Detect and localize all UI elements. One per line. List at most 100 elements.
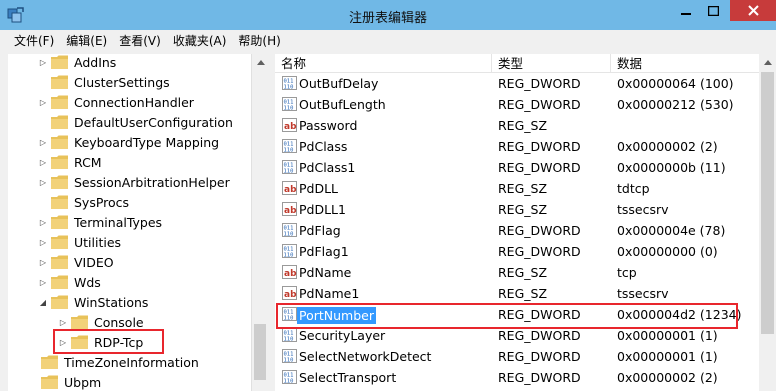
scroll-up-arrow-icon[interactable] [252, 54, 269, 71]
expand-arrow-icon[interactable]: ▷ [38, 54, 48, 72]
menu-help[interactable]: 帮助(H) [238, 32, 280, 49]
list-row[interactable]: 011 110 PdClass1 REG_DWORD 0x0000000b (11) [275, 157, 759, 178]
tree-item-label: SessionArbitrationHelper [74, 174, 230, 190]
svg-text:ab: ab [284, 290, 297, 300]
tree-item[interactable]: ▷ KeyboardType Mapping [38, 132, 219, 152]
list-row[interactable]: 011 110 SecurityLayer REG_DWORD 0x00000001 (… [275, 325, 759, 346]
close-button[interactable] [730, 0, 776, 21]
tree-item[interactable]: ▷ Console [58, 312, 144, 332]
menu-favorites[interactable]: 收藏夹(A) [173, 32, 227, 49]
tree-item-label: Console [94, 314, 144, 330]
expand-arrow-icon[interactable]: ▷ [38, 232, 48, 252]
menu-edit[interactable]: 编辑(E) [66, 32, 107, 49]
dword-icon: 011110 [282, 328, 297, 342]
folder-icon [41, 375, 58, 389]
value-name: SelectNetworkDetect [299, 349, 432, 364]
expand-arrow-icon [38, 112, 48, 132]
title-bar: 注册表编辑器 [0, 0, 776, 30]
list-row[interactable]: ab PdDLL1 REG_SZ tssecsrv [275, 199, 759, 220]
expand-arrow-icon[interactable]: ▷ [58, 312, 68, 332]
expand-arrow-icon[interactable]: ▷ [38, 152, 48, 172]
list-row[interactable]: 011 110 PdClass REG_DWORD 0x00000002 (2) [275, 136, 759, 157]
value-name: PdClass1 [299, 160, 356, 175]
value-data: tcp [617, 265, 637, 280]
values-list[interactable]: 名称 类型 数据 011 110 OutBufDelay REG_DWORD 0x000… [275, 54, 759, 391]
column-header-type[interactable]: 类型 [492, 54, 611, 73]
tree-scroll-thumb[interactable] [254, 324, 266, 380]
tree-item[interactable]: SysProcs [38, 192, 129, 212]
list-row[interactable]: 011 110 PdFlag1 REG_DWORD 0x00000000 (0) [275, 241, 759, 262]
tree-scrollbar[interactable] [251, 54, 268, 391]
list-scroll-thumb[interactable] [761, 72, 774, 334]
window-title: 注册表编辑器 [348, 11, 427, 26]
tree-item[interactable]: ▷ RCM [38, 152, 102, 172]
list-row[interactable]: 011 110 SelectTransport REG_DWORD 0x00000002… [275, 367, 759, 388]
tree-item[interactable]: TimeZoneInformation [28, 352, 199, 372]
tree-item-label: KeyboardType Mapping [74, 134, 220, 150]
tree-item-label: VIDEO [74, 254, 114, 270]
tree-item[interactable]: ▷ AddIns [38, 54, 116, 72]
list-row[interactable]: 011 110 SelectNetworkDetect REG_DWORD 0x0000… [275, 346, 759, 367]
list-row[interactable]: ab PdName REG_SZ tcp [275, 262, 759, 283]
value-data: 0x00000001 (1) [617, 349, 718, 364]
list-row[interactable]: 011 110 OutBufLength REG_DWORD 0x00000212 (5… [275, 94, 759, 115]
value-type: REG_DWORD [498, 349, 581, 364]
dword-icon: 011110 [282, 370, 297, 384]
tree-item[interactable]: Ubpm [28, 372, 101, 391]
value-type: REG_SZ [498, 202, 548, 217]
list-row[interactable]: 011 110 PdFlag REG_DWORD 0x0000004e (78) [275, 220, 759, 241]
value-type: REG_DWORD [498, 307, 581, 322]
tree-item-label: Wds [74, 274, 101, 290]
folder-icon [41, 355, 58, 369]
svg-text:ab: ab [284, 185, 297, 195]
column-header-data[interactable]: 数据 [611, 54, 759, 73]
minimize-button[interactable] [672, 0, 699, 21]
expand-arrow-icon[interactable]: ▷ [38, 272, 48, 292]
collapse-arrow-icon[interactable]: ◢ [38, 292, 48, 312]
tree-item[interactable]: ClusterSettings [38, 72, 170, 92]
tree-item[interactable]: ▷ Wds [38, 272, 101, 292]
expand-arrow-icon[interactable]: ▷ [38, 132, 48, 152]
dword-icon: 011110 [282, 349, 297, 363]
list-row[interactable]: ab PdDLL REG_SZ tdtcp [275, 178, 759, 199]
expand-arrow-icon[interactable]: ▷ [38, 172, 48, 192]
expand-arrow-icon[interactable]: ▷ [38, 212, 48, 232]
value-type: REG_SZ [498, 265, 548, 280]
value-data: 0x0000000b (11) [617, 160, 726, 175]
tree-item[interactable]: DefaultUserConfiguration [38, 112, 233, 132]
scroll-up-arrow-icon[interactable] [759, 54, 776, 71]
tree-item[interactable]: ▷ SessionArbitrationHelper [38, 172, 230, 192]
value-data: 0x000004d2 (1234) [617, 307, 742, 322]
tree-item[interactable]: ◢ WinStations [38, 292, 149, 312]
tree-item[interactable]: ▷ ConnectionHandler [38, 92, 194, 112]
menu-bar: 文件(F) 编辑(E) 查看(V) 收藏夹(A) 帮助(H) [0, 30, 776, 51]
list-row[interactable]: ab Password REG_SZ [275, 115, 759, 136]
value-data: tssecsrv [617, 286, 669, 301]
list-row[interactable]: ab PdName1 REG_SZ tssecsrv [275, 283, 759, 304]
value-type: REG_DWORD [498, 76, 581, 91]
expand-arrow-icon[interactable]: ▷ [38, 252, 48, 272]
list-row[interactable]: 011 110 PortNumber REG_DWORD 0x000004d2 (123… [275, 304, 759, 325]
tree-item[interactable]: ▷ TerminalTypes [38, 212, 162, 232]
tree-item[interactable]: ▷ RDP-Tcp [58, 332, 143, 352]
menu-view[interactable]: 查看(V) [119, 32, 161, 49]
value-name: Password [299, 118, 358, 133]
tree-item[interactable]: ▷ VIDEO [38, 252, 114, 272]
svg-text:110: 110 [284, 316, 294, 322]
expand-arrow-icon[interactable]: ▷ [58, 332, 68, 352]
menu-file[interactable]: 文件(F) [14, 32, 54, 49]
column-header-name[interactable]: 名称 [275, 54, 492, 73]
list-row[interactable]: 011 110 OutBufDelay REG_DWORD 0x00000064 (10… [275, 73, 759, 94]
list-scrollbar[interactable] [759, 54, 776, 391]
tree-item[interactable]: ▷ Utilities [38, 232, 121, 252]
svg-text:110: 110 [284, 85, 294, 91]
expand-arrow-icon[interactable]: ▷ [38, 92, 48, 112]
string-icon: ab [282, 265, 297, 279]
value-name: SelectTransport [299, 370, 397, 385]
pane-splitter[interactable] [268, 54, 275, 391]
value-name: PdClass [299, 139, 348, 154]
maximize-button[interactable] [700, 0, 727, 21]
value-data: tssecsrv [617, 202, 669, 217]
svg-text:ab: ab [284, 269, 297, 279]
registry-tree[interactable]: ▷ AddIns ClusterSettings ▷ ConnectionHandler… [8, 54, 264, 391]
